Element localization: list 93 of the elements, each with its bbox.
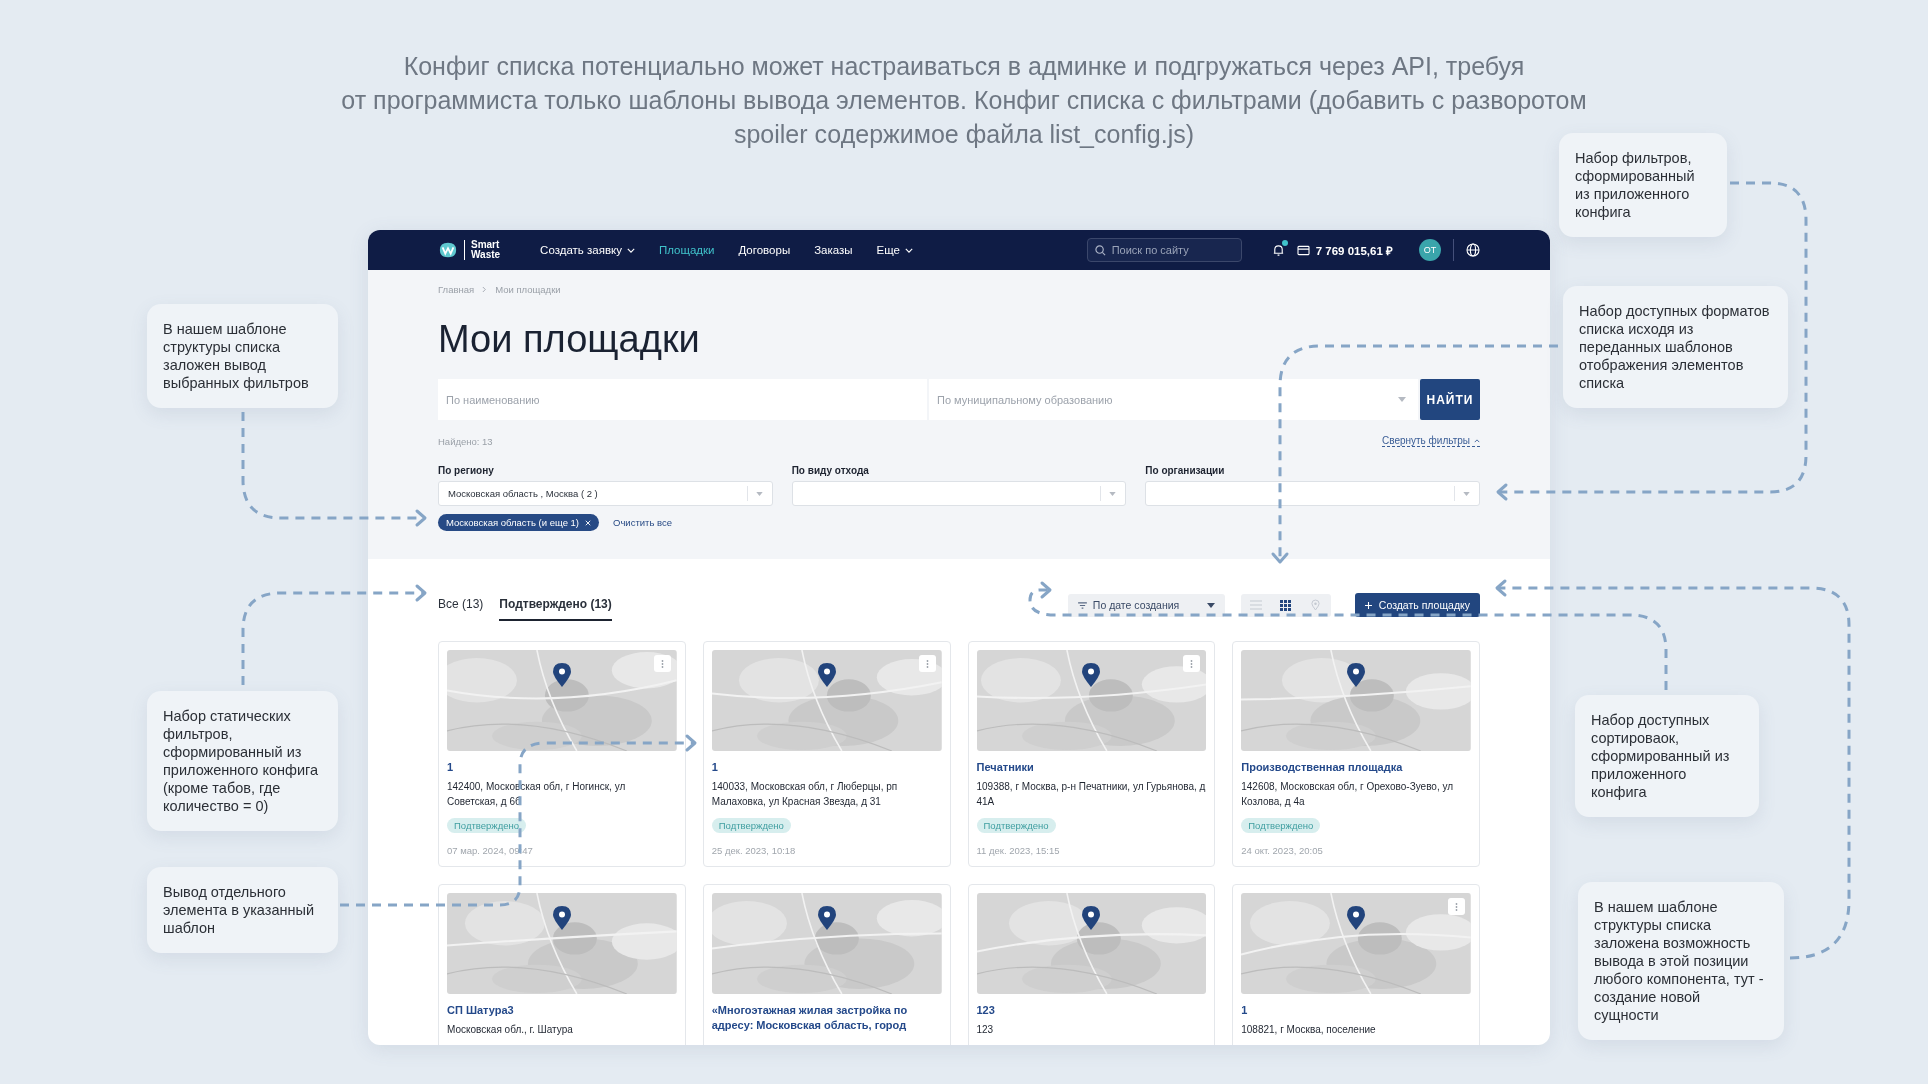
sort-icon [1077,601,1087,609]
more-button[interactable] [1183,655,1201,672]
balance: 7 769 015,61 ₽ [1315,243,1393,258]
more-button[interactable] [1448,898,1465,915]
filter-label: По организации [1145,465,1226,476]
select-field[interactable] [1145,481,1480,506]
caret-icon [755,491,763,496]
map-pin-icon [1081,905,1102,931]
map-pin-icon [1346,905,1367,931]
wallet-icon [1296,244,1310,256]
filter-label: По виду отхода [791,465,870,476]
select-field[interactable]: По муниципальному образованию [929,379,1418,420]
chevron-icon [1474,438,1480,443]
nav-link[interactable]: Площадки [658,244,715,256]
search-icon [1094,245,1106,256]
chevron-icon [482,286,488,293]
site-card[interactable]: Печатники 109388, г Москва, р-н Печатники, ул Гурьянова, д 41А Подтверждено 11 дек. 2023, 15:15 [967,641,1216,867]
card-title[interactable]: 1 [447,760,454,775]
card-title[interactable]: 123 [976,1003,995,1018]
grid-icon [1280,599,1292,611]
annotation-note: Вывод отдельного элемента в указанный шаблон [147,867,338,953]
card-title[interactable]: Печатники [976,760,1034,775]
caret-icon [1398,397,1406,402]
card-date: 24 окт. 2023, 20:05 [1241,845,1323,856]
card-date: 07 мар. 2024, 09:47 [447,845,533,856]
site-card[interactable]: 1 108821, г Москва, поселение [1232,884,1480,1045]
tab[interactable]: Подтверждено (13) [499,589,612,621]
site-card[interactable]: СП Шатура3 Московская обл., г. Шатура [438,884,686,1045]
search-field[interactable]: Поиск по сайту [1086,238,1242,262]
more-icon [660,658,664,669]
nav-link[interactable]: Создать заявку [540,244,635,256]
card-address: 123 [976,1023,994,1037]
status-badge: Подтверждено [711,818,791,833]
create-button[interactable]: Создать площадку [1354,593,1480,617]
annotation-note: Набор доступных сортироваок, сформированный из приложенного конфига [1575,695,1759,817]
card-address: 140033, Московская обл, г Люберцы, рп Малаховка, ул Красная Звезда, д 31 [711,780,899,809]
site-card[interactable]: 1 140033, Московская обл, г Люберцы, рп Малаховка, ул Красная Звезда, д 31 Подтверждено 25 дек. 2023, 10:18 [702,641,951,867]
map-pin-icon [816,905,837,931]
caret-icon [1109,491,1117,496]
card-address: 109388, г Москва, р-н Печатники, ул Гурьянова, д 41А [976,780,1207,809]
search-field[interactable]: По наименованию [438,379,927,420]
card-title[interactable]: Производственная площадка [1241,760,1403,775]
plus-icon [1364,601,1372,609]
more-icon [1455,901,1458,912]
card-title[interactable]: 1 [1241,1003,1248,1018]
card-address: 142608, Московская обл, г Орехово-Зуево, ул Козлова, д 4а [1241,780,1455,809]
annotation-note: Набор фильтров, сформированный из приложенного конфига [1559,133,1727,237]
card-date: 25 дек. 2023, 10:18 [711,845,796,856]
globe-icon[interactable] [1466,243,1480,257]
card-title[interactable]: 1 [711,760,718,775]
card-date: 11 дек. 2023, 15:15 [976,845,1060,856]
page-title: Мои площадки [438,317,701,361]
card-address: Московская обл., г. Шатура [447,1023,573,1037]
logo-icon [438,241,458,259]
more-icon [925,658,929,669]
annotation-note: Набор статических фильтров, сформированный из приложенного конфига (кроме табов, где количество = 0) [147,691,338,831]
find-button[interactable]: НАЙТИ [1420,379,1480,420]
site-card[interactable]: 123 123 [967,884,1216,1045]
annotation-note: Набор доступных форматов списка исходя из переданных шаблонов отображения элементов списка [1563,286,1788,408]
status-badge: Подтверждено [1241,818,1321,833]
card-title[interactable]: СП Шатура3 [447,1003,514,1018]
tab[interactable]: Все (13) [438,589,484,621]
map-pin-icon [551,905,572,931]
card-title[interactable]: «Многоэтажная жилая застройка по адресу: Московская область, город [711,1003,942,1033]
map-pin-icon [816,662,837,688]
status-badge: Подтверждено [447,818,526,833]
filter-chip[interactable]: Московская область (и еще 1) [438,514,599,531]
collapse-filters-link[interactable]: Свернуть фильтры [1381,435,1480,447]
sort-dropdown[interactable]: По дате создания [1067,593,1225,617]
bell-icon[interactable] [1271,243,1285,257]
map-pin-icon [1311,599,1321,611]
close-icon[interactable] [585,519,591,526]
select-field[interactable] [791,481,1127,506]
caret-icon [1463,491,1470,496]
map-pin-icon [1081,662,1102,688]
annotation-note: В нашем шаблоне структуры списка заложена возможность вывода в этой позиции любого компонента, тут - создание новой сущности [1578,882,1784,1040]
annotation-note: В нашем шаблоне структуры списка заложен вывод выбранных фильтров [147,304,338,408]
nav-link[interactable]: Договоры [738,244,791,256]
filter-label: По региону [438,465,495,476]
more-icon [1190,658,1194,669]
select-field[interactable]: Московская область , Москва ( 2 ) [438,481,773,506]
card-address: 108821, г Москва, поселение [1241,1023,1376,1037]
site-card[interactable]: «Многоэтажная жилая застройка по адресу: Московская область, город [702,884,951,1045]
clear-all-link[interactable]: Очистить все [613,517,672,528]
map-pin-icon [551,662,572,688]
status-badge: Подтверждено [976,818,1056,833]
logo-text: Smart Waste [464,240,501,260]
nav-link[interactable]: Еще [876,244,913,256]
map-pin-icon [1346,662,1367,688]
site-card[interactable]: Производственная площадка 142608, Московская обл, г Орехово-Зуево, ул Козлова, д 4а Подтверждено 24 окт. 2023, 20:05 [1232,641,1480,867]
caret-icon [1206,602,1215,608]
nav-link[interactable]: Заказы [814,244,853,256]
results-count: Найдено: 13 [438,435,493,447]
